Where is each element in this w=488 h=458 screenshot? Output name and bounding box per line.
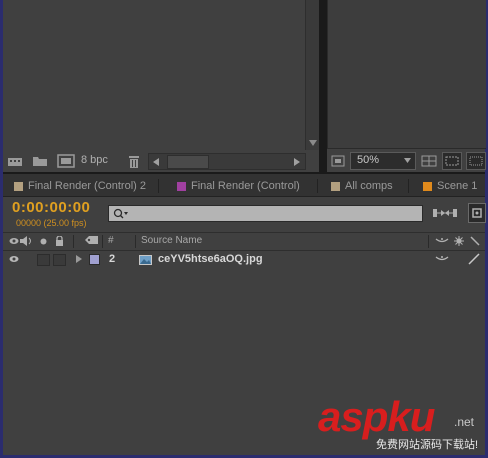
transparency-grid-icon[interactable] (466, 152, 486, 170)
tab-label: All comps (345, 180, 393, 192)
trash-icon[interactable] (127, 154, 141, 168)
watermark-brand: aspku (318, 393, 435, 440)
search-icon (113, 208, 129, 219)
column-divider (135, 235, 136, 248)
label-color-swatch (423, 181, 432, 191)
solo-dot-icon[interactable] (39, 236, 47, 246)
new-composition-icon[interactable] (57, 154, 75, 168)
tab-divider (158, 179, 159, 193)
always-preview-icon[interactable] (331, 154, 345, 167)
composition-viewer-panel: 50% (327, 0, 486, 172)
layer-source-name[interactable]: ceYV5htse6aOQ.jpg (158, 253, 263, 265)
layer-quality-icon[interactable] (468, 253, 480, 265)
quality-switch-icon[interactable] (469, 236, 480, 246)
column-source-name-header[interactable]: Source Name (141, 235, 202, 246)
project-vertical-scrollbar[interactable] (305, 0, 319, 150)
watermark-tagline: 免费网站源码下载站! (376, 439, 479, 451)
layer-shy-switch-icon[interactable] (435, 254, 449, 264)
live-update-icon[interactable] (468, 203, 486, 223)
scroll-right-arrow-icon[interactable] (294, 158, 300, 166)
scroll-down-arrow-icon[interactable] (309, 140, 317, 146)
column-divider (428, 235, 429, 248)
tab-all-comps[interactable]: All comps (331, 176, 393, 196)
zoom-dropdown[interactable]: 50% (350, 152, 416, 170)
shy-switch-icon[interactable] (435, 236, 449, 246)
tab-label: Final Render (Control) 2 (28, 180, 146, 192)
lock-icon[interactable] (54, 235, 64, 247)
collapse-transform-icon[interactable] (453, 236, 464, 246)
layer-label-color[interactable] (89, 254, 100, 265)
tab-label: Scene 1 (437, 180, 478, 192)
timeline-search-input[interactable] (108, 205, 423, 222)
resolution-icon[interactable] (421, 154, 437, 167)
current-timecode[interactable]: 0:00:00:00 (12, 199, 90, 216)
layer-lock-toggle[interactable] (53, 254, 66, 266)
region-of-interest-icon[interactable] (442, 152, 462, 170)
interpret-footage-icon[interactable] (7, 154, 23, 168)
expand-layer-chevron-icon[interactable] (75, 254, 83, 264)
tab-final-render-control[interactable]: Final Render (Control) (177, 176, 300, 196)
bit-depth-label[interactable]: 8 bpc (81, 154, 108, 166)
layer-solo-toggle[interactable] (37, 254, 50, 266)
frame-rate-info: 00000 (25.00 fps) (16, 218, 87, 228)
audio-speaker-icon[interactable] (20, 236, 32, 246)
viewer-toolbar: 50% (327, 150, 486, 172)
viewer-canvas[interactable] (327, 0, 486, 149)
watermark-suffix: .net (454, 415, 475, 429)
layer-number: 2 (109, 253, 116, 265)
tab-divider (408, 179, 409, 193)
watermark-logo: aspku .net 免费网站源码下载站! (318, 396, 488, 458)
tab-divider (317, 179, 318, 193)
video-eye-icon[interactable] (9, 236, 19, 246)
layer-visibility-eye-icon[interactable] (9, 254, 19, 264)
column-divider (73, 235, 74, 248)
label-color-swatch (14, 181, 23, 191)
scroll-thumb[interactable] (167, 155, 209, 169)
layer-row[interactable]: 2 ceYV5htse6aOQ.jpg (3, 251, 485, 268)
chevron-down-icon (404, 158, 411, 163)
label-color-swatch (177, 181, 186, 191)
layer-column-header: # Source Name (3, 232, 485, 251)
new-folder-icon[interactable] (32, 154, 48, 168)
column-divider (102, 235, 103, 248)
label-tag-icon[interactable] (84, 235, 100, 247)
scroll-left-arrow-icon[interactable] (153, 158, 159, 166)
tab-label: Final Render (Control) (191, 180, 300, 192)
tab-scene-1[interactable]: Scene 1 (423, 176, 477, 196)
zoom-value: 50% (357, 154, 380, 166)
image-footage-icon (139, 254, 152, 265)
project-panel: 8 bpc (3, 0, 319, 172)
label-color-swatch (331, 181, 340, 191)
column-number-header[interactable]: # (108, 235, 114, 246)
project-toolbar: 8 bpc (3, 150, 319, 172)
project-horizontal-scrollbar[interactable] (148, 153, 306, 170)
tab-final-render-control-2[interactable]: Final Render (Control) 2 (14, 176, 146, 196)
composition-mini-flowchart-icon[interactable] (433, 206, 457, 219)
